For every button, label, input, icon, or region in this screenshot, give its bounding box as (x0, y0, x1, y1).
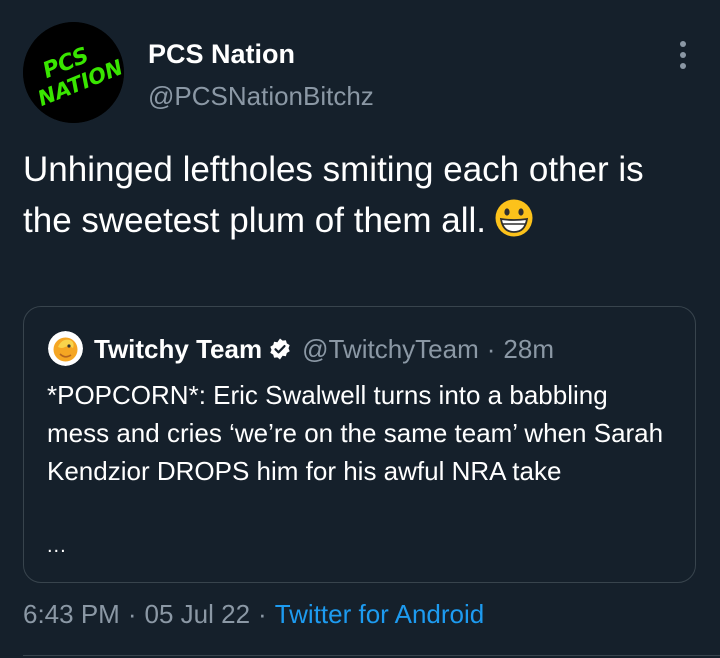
tweet-meta: 6:43 PM · 05 Jul 22 · Twitter for Androi… (23, 596, 484, 632)
tweet-time[interactable]: 6:43 PM (23, 599, 120, 630)
quoted-truncation: ... (47, 535, 67, 557)
tweet-date[interactable]: 05 Jul 22 (145, 599, 251, 630)
quoted-separator: · (486, 333, 496, 364)
meta-separator: · (258, 598, 267, 629)
twitchy-logo-icon (48, 331, 83, 366)
quoted-author-name[interactable]: Twitchy Team (94, 334, 262, 365)
author-handle[interactable]: @PCSNationBitchz (148, 80, 374, 112)
quoted-author-handle[interactable]: @TwitchyTeam (302, 334, 479, 365)
quoted-text: *POPCORN*: Eric Swalwell turns into a ba… (47, 380, 664, 486)
quoted-author-avatar[interactable] (48, 331, 83, 366)
verified-badge-icon (270, 338, 290, 360)
author-avatar[interactable]: PCS NATION (23, 22, 124, 123)
meta-separator: · (127, 598, 137, 629)
tweet-source-link[interactable]: Twitter for Android (275, 599, 485, 630)
grinning-face-emoji-icon (494, 198, 534, 238)
pcs-nation-logo: PCS NATION (23, 22, 124, 123)
more-options-button[interactable] (668, 38, 698, 72)
divider (23, 655, 720, 656)
tweet-text: Unhinged leftholes smiting each other is… (23, 144, 693, 246)
quoted-header: Twitchy Team @TwitchyTeam · 28m (94, 331, 554, 367)
tweet-text-content: Unhinged leftholes smiting each other is… (23, 150, 644, 240)
vertical-ellipsis-icon (680, 41, 686, 69)
quoted-timestamp[interactable]: 28m (503, 334, 554, 365)
quoted-tweet[interactable]: Twitchy Team @TwitchyTeam · 28m *POPCORN… (23, 306, 696, 583)
author-name[interactable]: PCS Nation (148, 38, 295, 70)
tweet: PCS NATION PCS Nation @PCSNationBitchz U… (0, 0, 720, 658)
